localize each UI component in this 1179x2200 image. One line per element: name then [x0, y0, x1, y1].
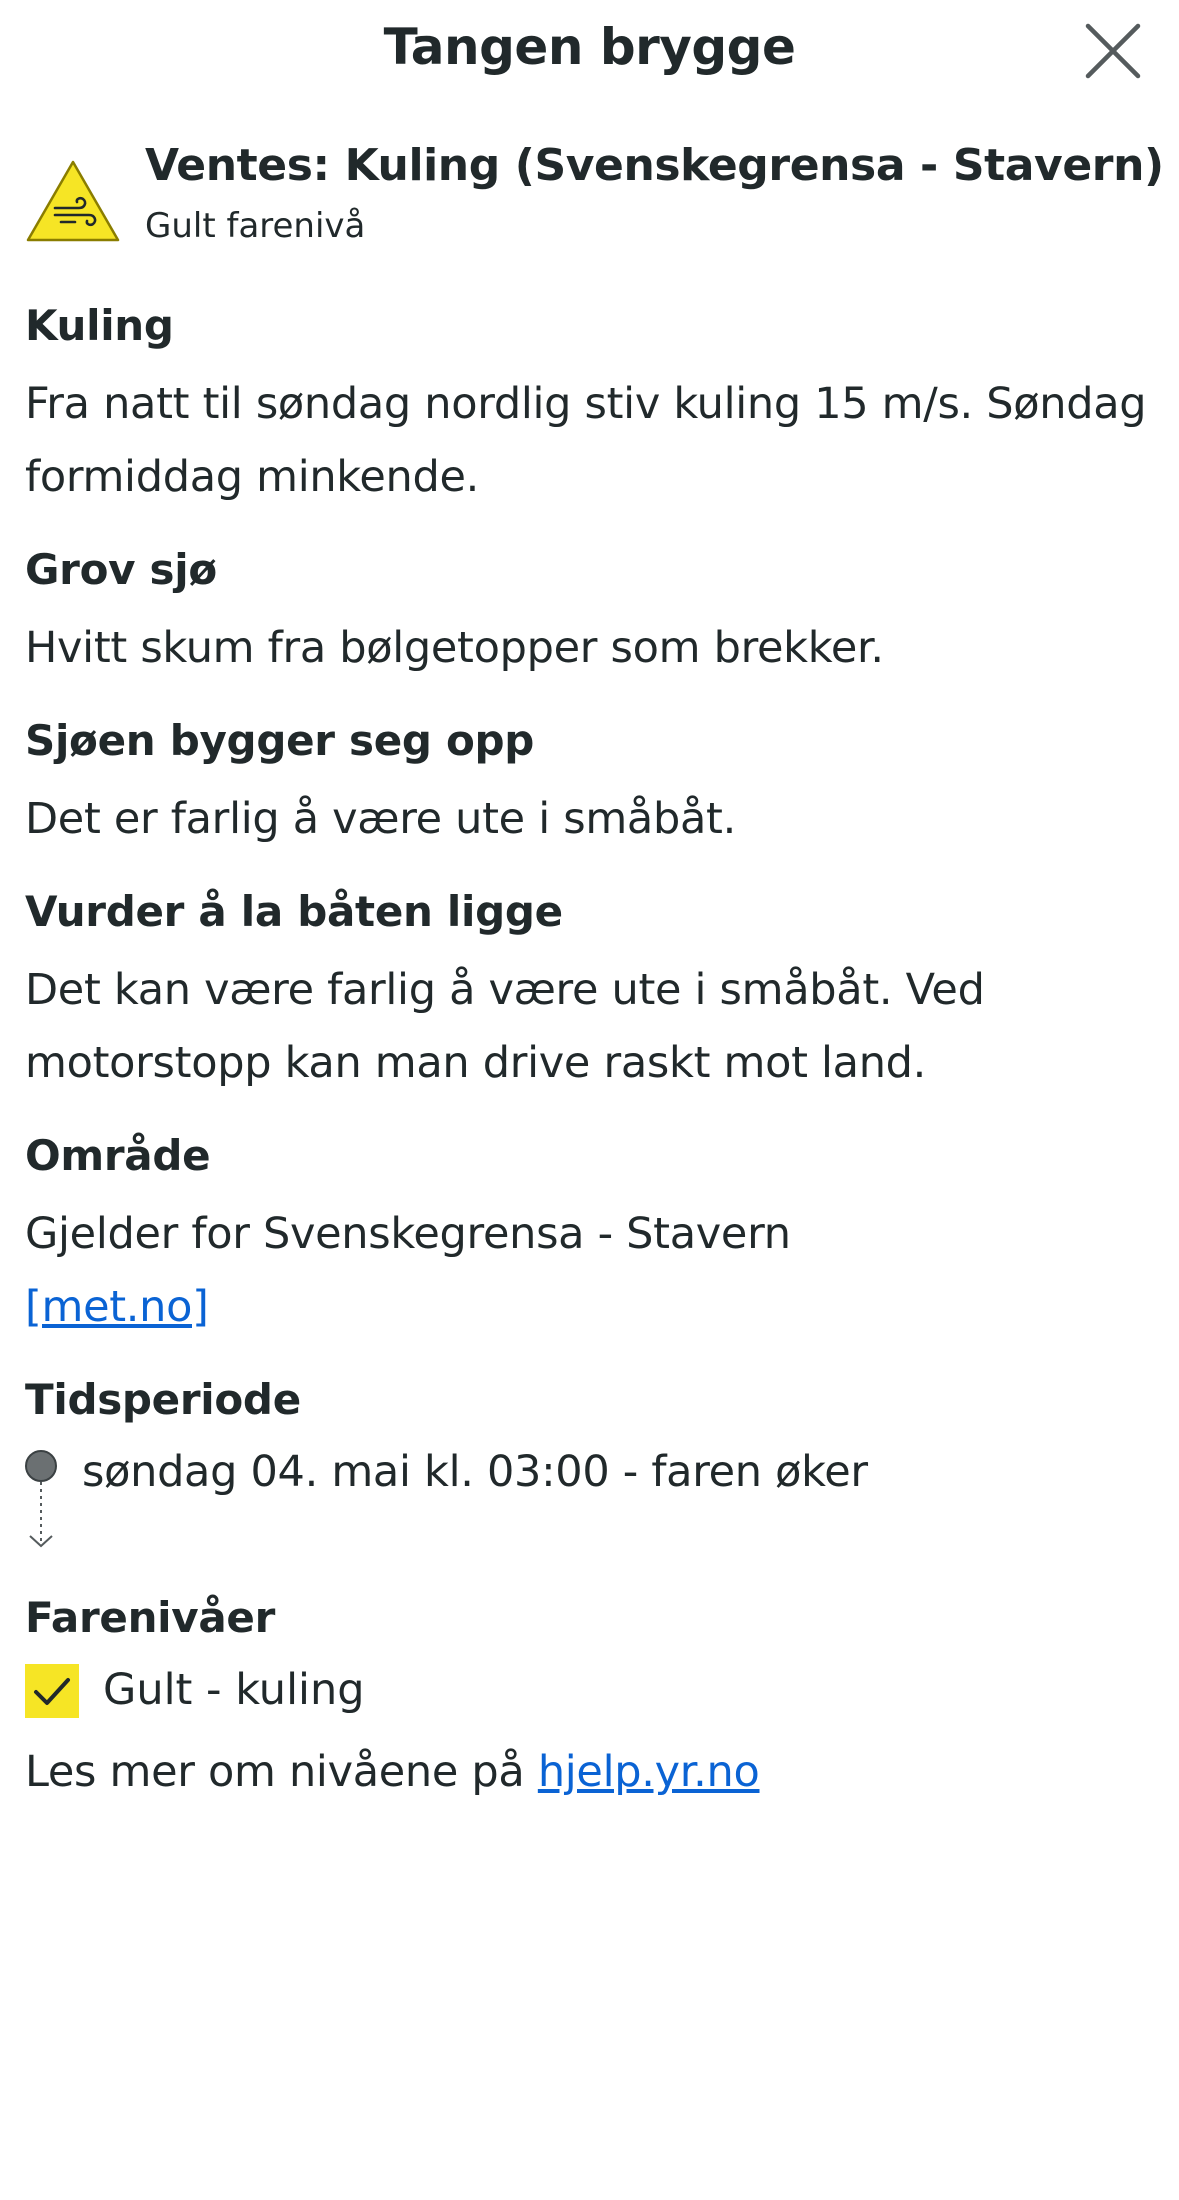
wind-warning-icon — [26, 160, 120, 242]
level-item: Gult - kuling — [25, 1660, 1155, 1722]
section-omrade: Område Gjelder for Svenskegrensa - Stave… — [25, 1128, 1155, 1344]
section-title: Vurder å la båten ligge — [25, 887, 563, 936]
read-more-row: Les mer om nivåene på hjelp.yr.no — [25, 1742, 1155, 1802]
section-sjoen-bygger: Sjøen bygger seg opp Det er farlig å vær… — [25, 713, 1155, 856]
close-icon — [1085, 23, 1141, 79]
check-icon — [34, 1678, 70, 1705]
section-text: Det kan være farlig å være ute i småbåt.… — [25, 965, 985, 1088]
timeline-marker-icon — [25, 1450, 57, 1548]
section-kuling: Kuling Fra natt til søndag nordlig stiv … — [25, 298, 1155, 514]
area-text: Gjelder for Svenskegrensa - Stavern — [25, 1209, 791, 1259]
timeline: søndag 04. mai kl. 03:00 - faren øker — [25, 1442, 1155, 1562]
warning-level-text: Gult farenivå — [145, 206, 366, 246]
read-more-text: Les mer om nivåene på — [25, 1747, 538, 1797]
warning-details: Kuling Fra natt til søndag nordlig stiv … — [25, 298, 1155, 1830]
yellow-level-badge — [25, 1664, 79, 1718]
section-text: Hvitt skum fra bølgetopper som brekker. — [25, 623, 884, 673]
section-vurder-baten: Vurder å la båten ligge Det kan være far… — [25, 884, 1155, 1100]
section-title: Område — [25, 1131, 211, 1180]
close-button[interactable] — [1082, 20, 1144, 82]
warning-title: Ventes: Kuling (Svenskegrensa - Stavern) — [145, 140, 1164, 191]
section-title: Farenivåer — [25, 1593, 275, 1642]
level-label: Gult - kuling — [103, 1665, 365, 1715]
section-title: Sjøen bygger seg opp — [25, 716, 535, 765]
page-title: Tangen brygge — [383, 18, 796, 76]
section-grov-sjo: Grov sjø Hvitt skum fra bølgetopper som … — [25, 542, 1155, 685]
help-link[interactable]: hjelp.yr.no — [538, 1747, 760, 1797]
section-text: Fra natt til søndag nordlig stiv kuling … — [25, 379, 1147, 502]
section-text: Det er farlig å være ute i småbåt. — [25, 794, 736, 844]
section-title: Kuling — [25, 301, 174, 350]
section-title: Tidsperiode — [25, 1375, 301, 1424]
section-title: Grov sjø — [25, 545, 217, 594]
met-no-link[interactable]: [met.no] — [25, 1282, 209, 1332]
timeline-start: søndag 04. mai kl. 03:00 - faren øker — [82, 1447, 868, 1497]
section-tidsperiode: Tidsperiode søndag 04. mai kl. 03:00 - f… — [25, 1372, 1155, 1562]
warning-header: Ventes: Kuling (Svenskegrensa - Stavern)… — [25, 140, 1165, 260]
section-farenivaer: Farenivåer Gult - kuling Les mer om nivå… — [25, 1590, 1155, 1802]
header: Tangen brygge — [0, 0, 1179, 110]
